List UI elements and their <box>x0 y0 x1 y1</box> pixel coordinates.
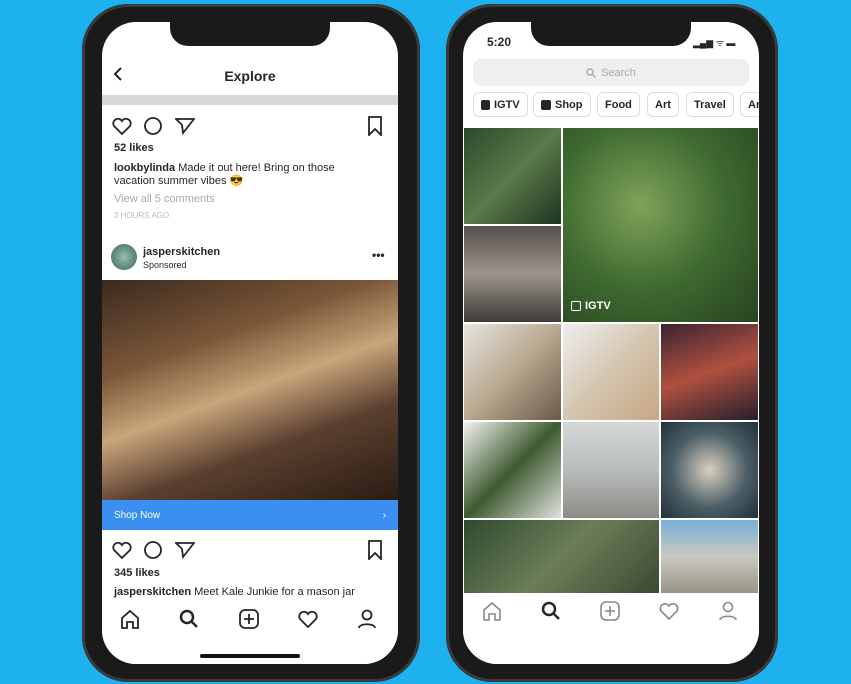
igtv-icon <box>481 99 490 110</box>
like-icon[interactable] <box>111 115 133 137</box>
shop-now-button[interactable]: Shop Now › <box>102 500 398 530</box>
chip-food[interactable]: Food <box>597 92 640 117</box>
chip-travel[interactable]: Travel <box>686 92 734 117</box>
grid-tile[interactable] <box>463 225 562 323</box>
likes-count: 52 likes <box>114 142 154 154</box>
bottom-nav <box>102 600 398 664</box>
right-screen: 5:20 ▂▄▆ ᯤ ▬ Search IGTV Shop Food Art T… <box>463 22 759 664</box>
post-time: 3 HOURS AGO <box>114 211 170 220</box>
search-input[interactable]: Search <box>473 59 749 86</box>
grid-tile[interactable] <box>660 323 759 421</box>
like-icon[interactable] <box>111 539 133 561</box>
left-phone: Explore 52 likes lookbylinda Made it out… <box>82 4 420 682</box>
shop-now-label: Shop Now <box>114 509 161 521</box>
search-placeholder: Search <box>601 66 636 79</box>
chip-label: Food <box>605 98 632 111</box>
chip-label: Shop <box>555 98 583 111</box>
chip-label: Travel <box>694 98 726 111</box>
heart-icon[interactable] <box>297 608 321 632</box>
status-time: 5:20 <box>487 35 512 49</box>
share-icon[interactable] <box>174 115 196 137</box>
caption: lookbylinda Made it out here! Bring on t… <box>114 162 354 188</box>
heart-icon[interactable] <box>658 600 682 624</box>
comment-icon[interactable] <box>142 115 164 137</box>
bottom-nav <box>463 594 759 664</box>
profile-icon[interactable] <box>356 608 380 632</box>
grid-tile[interactable] <box>660 519 759 594</box>
search-icon <box>586 67 597 78</box>
bookmark-icon[interactable] <box>364 115 386 137</box>
post-username[interactable]: jasperskitchen <box>143 246 220 258</box>
avatar[interactable] <box>111 244 137 270</box>
grid-tile[interactable] <box>463 127 562 225</box>
chip-label: Art <box>655 98 671 111</box>
chip-shop[interactable]: Shop <box>533 92 591 117</box>
likes-count: 345 likes <box>114 567 160 579</box>
divider-bar <box>102 95 398 105</box>
more-options-icon[interactable]: ••• <box>372 248 385 262</box>
home-icon[interactable] <box>481 600 505 624</box>
grid-tile[interactable] <box>660 421 759 519</box>
igtv-badge: IGTV <box>571 300 611 312</box>
igtv-icon <box>571 301 581 311</box>
caption-username[interactable]: jasperskitchen <box>114 586 191 598</box>
chip-label: Ar <box>748 98 759 111</box>
profile-icon[interactable] <box>717 600 741 624</box>
add-icon[interactable] <box>238 608 262 632</box>
share-icon[interactable] <box>174 539 196 561</box>
add-icon[interactable] <box>599 600 623 624</box>
home-icon[interactable] <box>119 608 143 632</box>
search-icon[interactable] <box>540 600 564 624</box>
comment-icon[interactable] <box>142 539 164 561</box>
caption-text: Meet Kale Junkie for a mason jar <box>194 586 355 598</box>
chip-more[interactable]: Ar <box>740 92 759 117</box>
left-screen: Explore 52 likes lookbylinda Made it out… <box>102 22 398 664</box>
sponsored-label: Sponsored <box>143 260 187 270</box>
grid-tile[interactable] <box>562 421 660 519</box>
caption: jasperskitchen Meet Kale Junkie for a ma… <box>114 586 355 598</box>
grid-tile[interactable] <box>463 323 562 421</box>
view-comments-link[interactable]: View all 5 comments <box>114 193 215 205</box>
post-image <box>102 280 398 500</box>
chip-label: IGTV <box>494 98 520 111</box>
chip-art[interactable]: Art <box>647 92 679 117</box>
status-icons: ▂▄▆ ᯤ ▬ <box>693 38 736 48</box>
grid-tile[interactable] <box>463 519 660 594</box>
search-icon[interactable] <box>178 608 202 632</box>
grid-tile[interactable] <box>463 421 562 519</box>
notch <box>531 22 691 46</box>
chevron-right-icon: › <box>382 509 386 521</box>
page-title: Explore <box>224 68 276 84</box>
grid-tile[interactable] <box>562 323 660 421</box>
right-phone: 5:20 ▂▄▆ ᯤ ▬ Search IGTV Shop Food Art T… <box>446 4 778 682</box>
chip-igtv[interactable]: IGTV <box>473 92 528 117</box>
igtv-video-tile[interactable]: IGTV <box>562 127 759 323</box>
caption-username[interactable]: lookbylinda <box>114 162 175 174</box>
notch <box>170 22 330 46</box>
bookmark-icon[interactable] <box>364 539 386 561</box>
home-indicator <box>200 654 300 658</box>
shop-bag-icon <box>541 99 551 110</box>
